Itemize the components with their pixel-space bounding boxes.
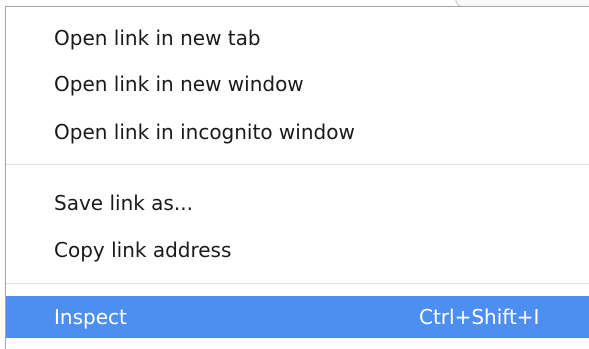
menu-item-inspect[interactable]: Inspect Ctrl+Shift+I	[6, 296, 589, 338]
menu-item-shortcut: Ctrl+Shift+I	[419, 305, 540, 329]
menu-separator	[6, 283, 589, 284]
menu-item-label: Copy link address	[54, 238, 232, 262]
menu-item-label: Open link in new tab	[54, 26, 261, 50]
menu-item-save-link-as[interactable]: Save link as...	[6, 182, 589, 224]
menu-separator	[6, 164, 589, 165]
menu-item-open-link-incognito[interactable]: Open link in incognito window	[6, 111, 589, 153]
screen: Open link in new tab Open link in new wi…	[0, 0, 589, 349]
menu-item-open-link-new-window[interactable]: Open link in new window	[6, 63, 589, 105]
menu-item-label: Open link in new window	[54, 72, 304, 96]
menu-item-label: Open link in incognito window	[54, 120, 355, 144]
menu-item-copy-link-address[interactable]: Copy link address	[6, 229, 589, 271]
menu-item-open-link-new-tab[interactable]: Open link in new tab	[6, 17, 589, 59]
menu-item-label: Inspect	[54, 305, 127, 329]
context-menu: Open link in new tab Open link in new wi…	[5, 6, 589, 349]
menu-item-label: Save link as...	[54, 191, 193, 215]
